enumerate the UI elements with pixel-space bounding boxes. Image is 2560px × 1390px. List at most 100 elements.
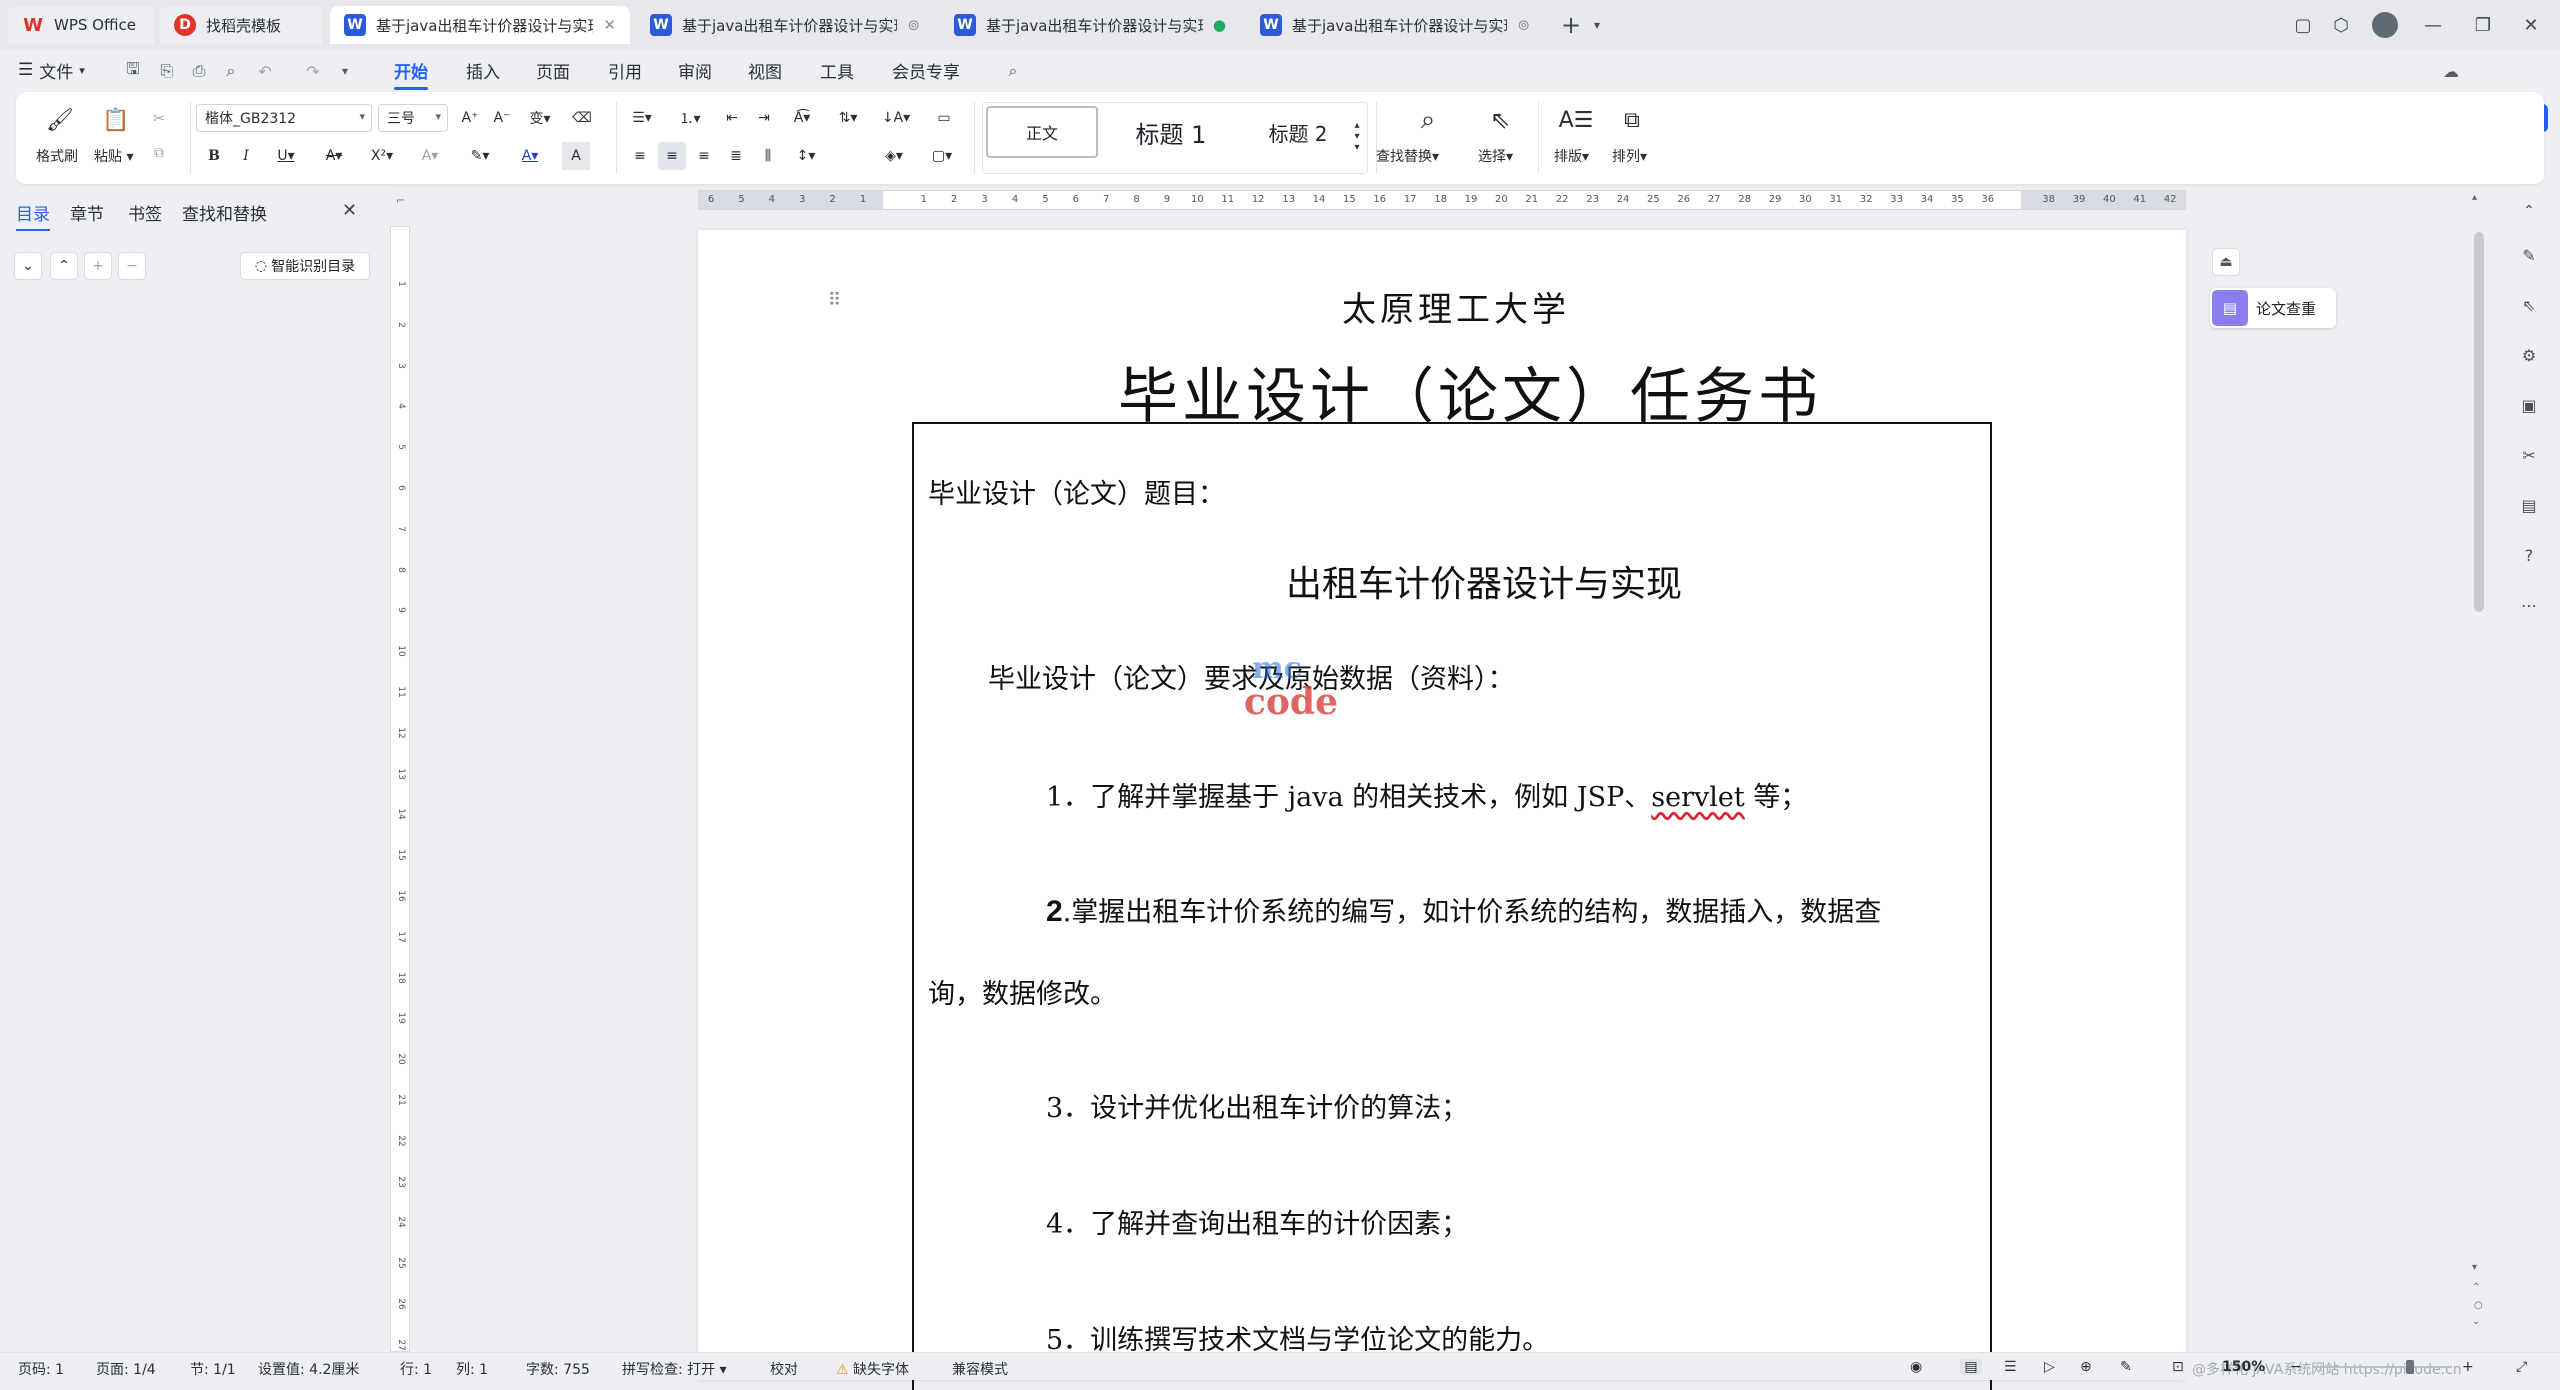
- format-painter-label[interactable]: 格式刷: [36, 146, 78, 166]
- print-icon[interactable]: ⎙: [186, 58, 212, 84]
- avatar[interactable]: [2368, 10, 2402, 40]
- nav-tab-chapters[interactable]: 章节: [70, 200, 104, 225]
- pin-icon[interactable]: ⊚: [1517, 16, 1530, 34]
- menu-insert[interactable]: 插入: [466, 56, 500, 84]
- search-icon[interactable]: ⌕: [1000, 58, 1026, 84]
- arrange-icon[interactable]: ⧉: [1614, 102, 1650, 138]
- menu-review[interactable]: 审阅: [678, 56, 712, 84]
- strikethrough-icon[interactable]: A▾: [314, 142, 354, 170]
- fit-page-icon[interactable]: ⊡: [2172, 1359, 2184, 1375]
- nav-tab-toc[interactable]: 目录: [16, 200, 50, 231]
- font-color-icon[interactable]: A▾: [510, 142, 550, 170]
- cut-icon[interactable]: ✂: [146, 106, 172, 132]
- cube-icon[interactable]: ⬡: [2324, 10, 2358, 40]
- copy-icon[interactable]: ⧉: [146, 140, 172, 166]
- export-icon[interactable]: ⎘: [154, 58, 180, 84]
- print-preview-icon[interactable]: ⌕: [218, 58, 244, 84]
- nav-tab-bookmarks[interactable]: 书签: [128, 200, 162, 225]
- scrollbar-thumb[interactable]: [2474, 232, 2484, 612]
- layout-label[interactable]: 排版▾: [1554, 146, 1589, 166]
- file-menu[interactable]: ☰ 文件 ▾: [18, 56, 85, 84]
- select-pointer-icon[interactable]: ⇖: [2514, 290, 2544, 320]
- style-normal[interactable]: 正文: [986, 106, 1098, 158]
- nav-tab-find-replace[interactable]: 查找和替换: [182, 200, 267, 225]
- status-section[interactable]: 节: 1/1: [190, 1359, 236, 1379]
- tab-wps-office[interactable]: W WPS Office: [8, 6, 154, 44]
- distribute-icon[interactable]: ⫼: [754, 142, 782, 170]
- undo-icon[interactable]: ↶: [252, 58, 278, 84]
- align-left-icon[interactable]: ≡: [626, 142, 654, 170]
- restore-icon[interactable]: ❐: [2466, 10, 2500, 40]
- align-center-icon[interactable]: ≡: [658, 142, 686, 170]
- select-label[interactable]: 选择▾: [1478, 146, 1513, 166]
- style-heading1[interactable]: 标题 1: [1106, 106, 1236, 158]
- style-heading2[interactable]: 标题 2: [1242, 106, 1354, 158]
- status-page-number[interactable]: 页码: 1: [18, 1359, 64, 1379]
- book-icon[interactable]: ▤: [2514, 490, 2544, 520]
- close-icon[interactable]: ✕: [603, 16, 616, 34]
- adjust-sliders-icon[interactable]: ⚙: [2514, 340, 2544, 370]
- document-page[interactable]: ⠿ 太原理工大学 毕业设计（论文）任务书 毕业设计（论文）题目： 出租车计价器设…: [698, 230, 2186, 1390]
- plagiarism-check-button[interactable]: ▤ 论文查重: [2210, 288, 2336, 328]
- minimize-icon[interactable]: —: [2416, 10, 2450, 40]
- find-replace-icon[interactable]: ⌕: [1410, 102, 1446, 138]
- vertical-scrollbar[interactable]: ▴ ▾ ⌃ ○ ⌄: [2468, 192, 2490, 1350]
- increase-indent-icon[interactable]: ⇥: [750, 104, 778, 132]
- more-icon[interactable]: ⋯: [2514, 590, 2544, 620]
- status-row[interactable]: 行: 1: [400, 1359, 432, 1379]
- tools-icon[interactable]: ✂: [2514, 440, 2544, 470]
- close-window-icon[interactable]: ✕: [2514, 10, 2548, 40]
- status-missing-font[interactable]: ⚠ 缺失字体: [836, 1359, 909, 1379]
- expand-chevron-icon[interactable]: ⌃: [50, 252, 78, 280]
- status-proofread[interactable]: 校对: [770, 1359, 798, 1379]
- zoom-slider-handle[interactable]: [2406, 1360, 2414, 1374]
- play-icon[interactable]: ▷: [2044, 1359, 2055, 1375]
- tab-document-2[interactable]: W 基于java出租车计价器设计与实现 ⊚: [636, 6, 934, 44]
- styles-scroll-chevron-icon[interactable]: ▴ ▾ ▾: [1350, 106, 1364, 166]
- paste-label[interactable]: 粘贴 ▾: [94, 146, 133, 166]
- collapse-sidebar-icon[interactable]: ⏏: [2212, 248, 2240, 276]
- image-icon[interactable]: ▣: [2514, 390, 2544, 420]
- write-mode-icon[interactable]: ✎: [2120, 1359, 2132, 1375]
- zoom-slider[interactable]: [2312, 1360, 2452, 1374]
- tab-document-4[interactable]: W 基于java出租车计价器设计与实现 ⊚: [1246, 6, 1544, 44]
- status-column[interactable]: 列: 1: [456, 1359, 488, 1379]
- menu-home[interactable]: 开始: [394, 56, 428, 90]
- menu-page[interactable]: 页面: [536, 56, 570, 84]
- italic-icon[interactable]: I: [232, 142, 260, 170]
- next-page-icon[interactable]: ⌄: [2472, 1316, 2480, 1327]
- menu-view[interactable]: 视图: [748, 56, 782, 84]
- shrink-font-icon[interactable]: A⁻: [488, 104, 516, 132]
- collapse-chevron-icon[interactable]: ⌄: [14, 252, 42, 280]
- outline-view-icon[interactable]: ☰: [2004, 1359, 2017, 1375]
- status-setting-value[interactable]: 设置值: 4.2厘米: [258, 1359, 359, 1379]
- zoom-out-icon[interactable]: −: [2290, 1359, 2302, 1375]
- bullet-list-icon[interactable]: ☰▾: [622, 104, 662, 132]
- page-nav-dot-icon[interactable]: ○: [2474, 1300, 2483, 1311]
- smart-toc-button[interactable]: ◌ 智能识别目录: [240, 252, 370, 280]
- bold-icon[interactable]: B: [200, 142, 228, 170]
- remove-heading-icon[interactable]: −: [118, 252, 146, 280]
- page-view-icon[interactable]: ▤: [1960, 1359, 1982, 1375]
- prev-page-icon[interactable]: ⌃: [2472, 1282, 2480, 1293]
- quick-access-chevron-icon[interactable]: ▾: [332, 58, 358, 84]
- tab-docer[interactable]: D 找稻壳模板: [160, 6, 322, 44]
- show-marks-icon[interactable]: ▭: [930, 104, 958, 132]
- save-icon[interactable]: 🖫: [120, 58, 146, 84]
- underline-icon[interactable]: U▾: [266, 142, 306, 170]
- pin-icon[interactable]: ⊚: [907, 16, 920, 34]
- layout-typeset-icon[interactable]: A☰: [1558, 102, 1594, 138]
- text-effect-icon[interactable]: A▾: [410, 142, 450, 170]
- text-direction-icon[interactable]: A͡▾: [782, 104, 822, 132]
- horizontal-ruler[interactable]: 6 5 4 3 2 1 1 2 3 4 5 6 7 8 9 10 11 12 13 14 15 16 17 18 19 20 21 2…: [698, 190, 2186, 210]
- scroll-up-icon[interactable]: ▴: [2472, 192, 2477, 203]
- paste-icon[interactable]: 📋: [96, 102, 136, 138]
- web-view-icon[interactable]: ⊕: [2080, 1359, 2092, 1375]
- select-cursor-icon[interactable]: ⇖: [1482, 102, 1518, 138]
- cloud-sync-icon[interactable]: ☁: [2438, 58, 2464, 84]
- layout-icon[interactable]: ▢: [2286, 10, 2320, 40]
- tab-list-chevron-icon[interactable]: ▾: [1580, 10, 1614, 40]
- tab-document-active[interactable]: W 基于java出租车计价器设计与实现 ✕: [330, 6, 630, 44]
- collapse-right-chevron-icon[interactable]: ⌃: [2514, 196, 2544, 226]
- grow-font-icon[interactable]: A⁺: [456, 104, 484, 132]
